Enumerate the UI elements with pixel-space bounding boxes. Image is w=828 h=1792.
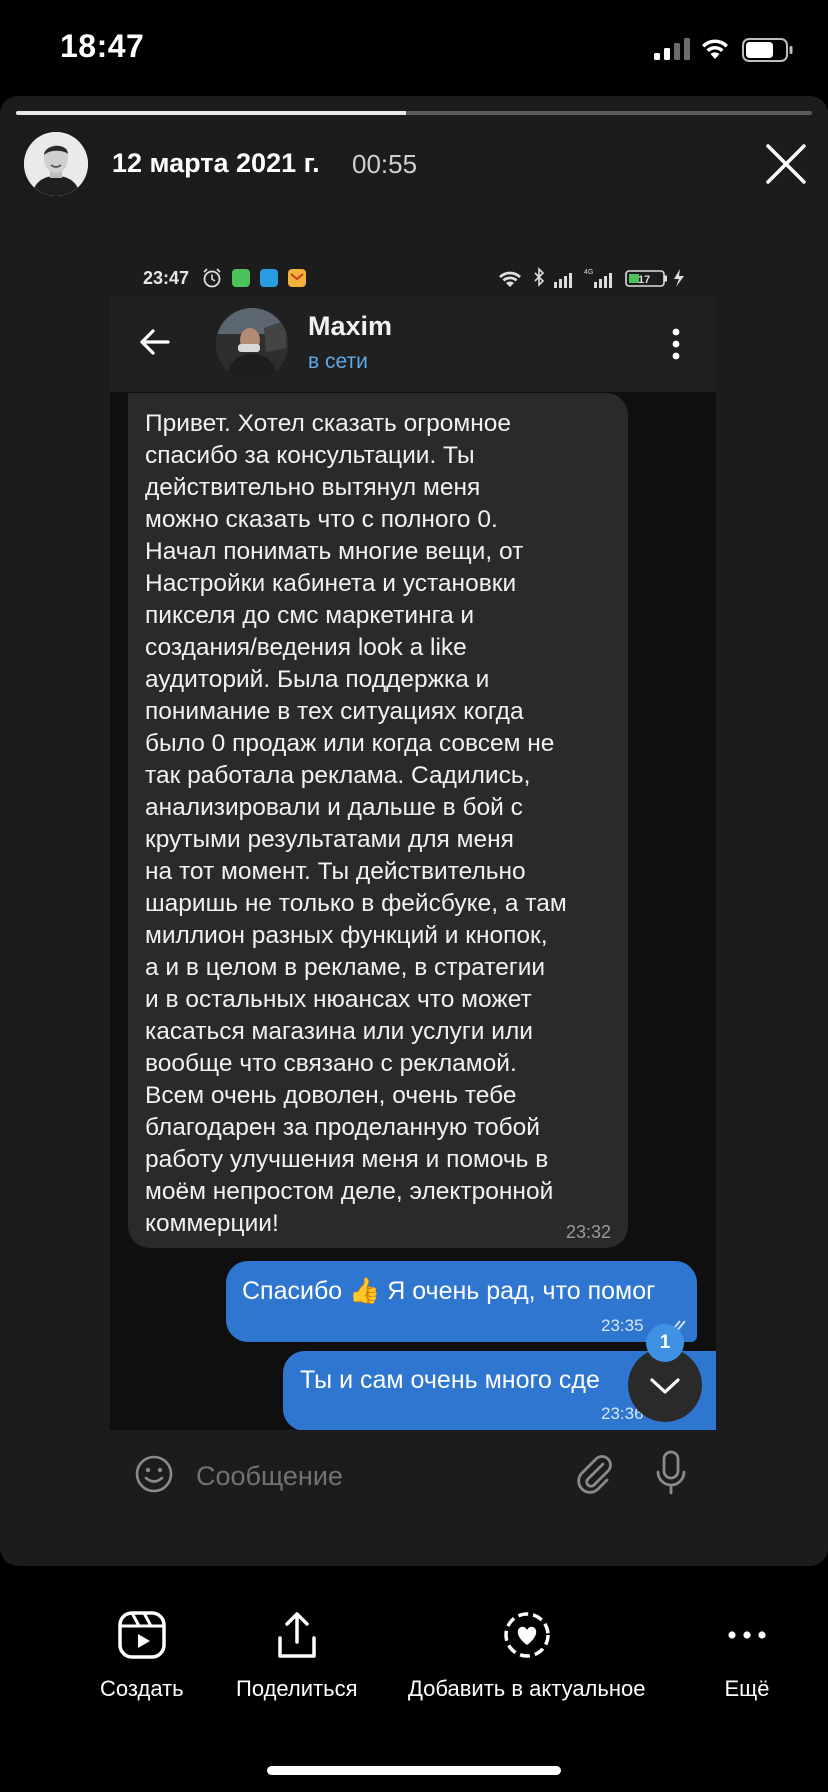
android-system-icons: 4G 17 (499, 267, 684, 288)
notification-icons (203, 268, 306, 288)
emoji-icon[interactable] (134, 1454, 174, 1494)
add-to-highlights-label: Добавить в актуальное (408, 1676, 646, 1701)
story-progress-fill (16, 111, 407, 115)
more-vertical-icon[interactable] (664, 326, 688, 362)
battery-icon (742, 38, 793, 62)
microphone-icon[interactable] (654, 1450, 688, 1496)
bluetooth-icon (534, 267, 545, 287)
mail-icon (288, 269, 306, 287)
message-text: Привет. Хотел сказать огромное спасибо з… (145, 410, 567, 1237)
share-button[interactable]: Поделиться (236, 1610, 357, 1702)
create-label: Создать (100, 1676, 184, 1701)
create-button[interactable]: Создать (100, 1610, 184, 1702)
more-button[interactable]: Ещё (722, 1610, 772, 1702)
message-time: 23:32 (566, 1222, 612, 1242)
cellular-signal-icon (654, 38, 690, 60)
home-indicator[interactable] (267, 1766, 561, 1775)
app-icon (260, 269, 278, 287)
alarm-icon (203, 268, 221, 288)
svg-text:4G: 4G (584, 269, 593, 276)
android-status-time: 23:47 (143, 268, 190, 288)
add-to-highlights-button[interactable]: Добавить в актуальное (408, 1610, 645, 1702)
story-duration: 00:55 (352, 149, 418, 179)
contact-avatar[interactable] (216, 308, 288, 380)
app-icon (232, 269, 250, 287)
wifi-icon (499, 271, 521, 287)
reels-create-icon (118, 1611, 166, 1659)
close-icon[interactable] (762, 140, 810, 188)
message-input[interactable] (196, 1458, 556, 1494)
author-avatar[interactable] (24, 132, 88, 196)
back-arrow-icon[interactable] (138, 325, 172, 359)
more-label: Ещё (724, 1676, 770, 1701)
message-text: Спасибо 👍 Я очень рад, что помог (242, 1277, 656, 1305)
status-bar-time: 18:47 (60, 28, 145, 64)
paperclip-icon[interactable] (574, 1452, 614, 1494)
highlight-heart-icon (503, 1612, 550, 1658)
charging-icon (674, 269, 684, 287)
contact-name: Maxim (308, 311, 393, 341)
signal-icon (554, 273, 612, 288)
message-text: Ты и сам очень много сде (300, 1366, 600, 1394)
message-time: 23:35 (601, 1316, 644, 1335)
story-date: 12 марта 2021 г. (112, 148, 320, 178)
battery-percent: 17 (638, 274, 650, 286)
share-label: Поделиться (236, 1676, 358, 1701)
story-progress-bar (16, 111, 812, 115)
share-icon (277, 1612, 316, 1658)
contact-status: в сети (308, 350, 368, 373)
unread-badge: 1 (646, 1324, 684, 1362)
story-actions-bar: Создать Поделиться Добавить в актуальное… (0, 1610, 828, 1720)
chat-header (110, 297, 716, 392)
more-dots-icon (728, 1631, 766, 1639)
wifi-icon (702, 39, 728, 59)
